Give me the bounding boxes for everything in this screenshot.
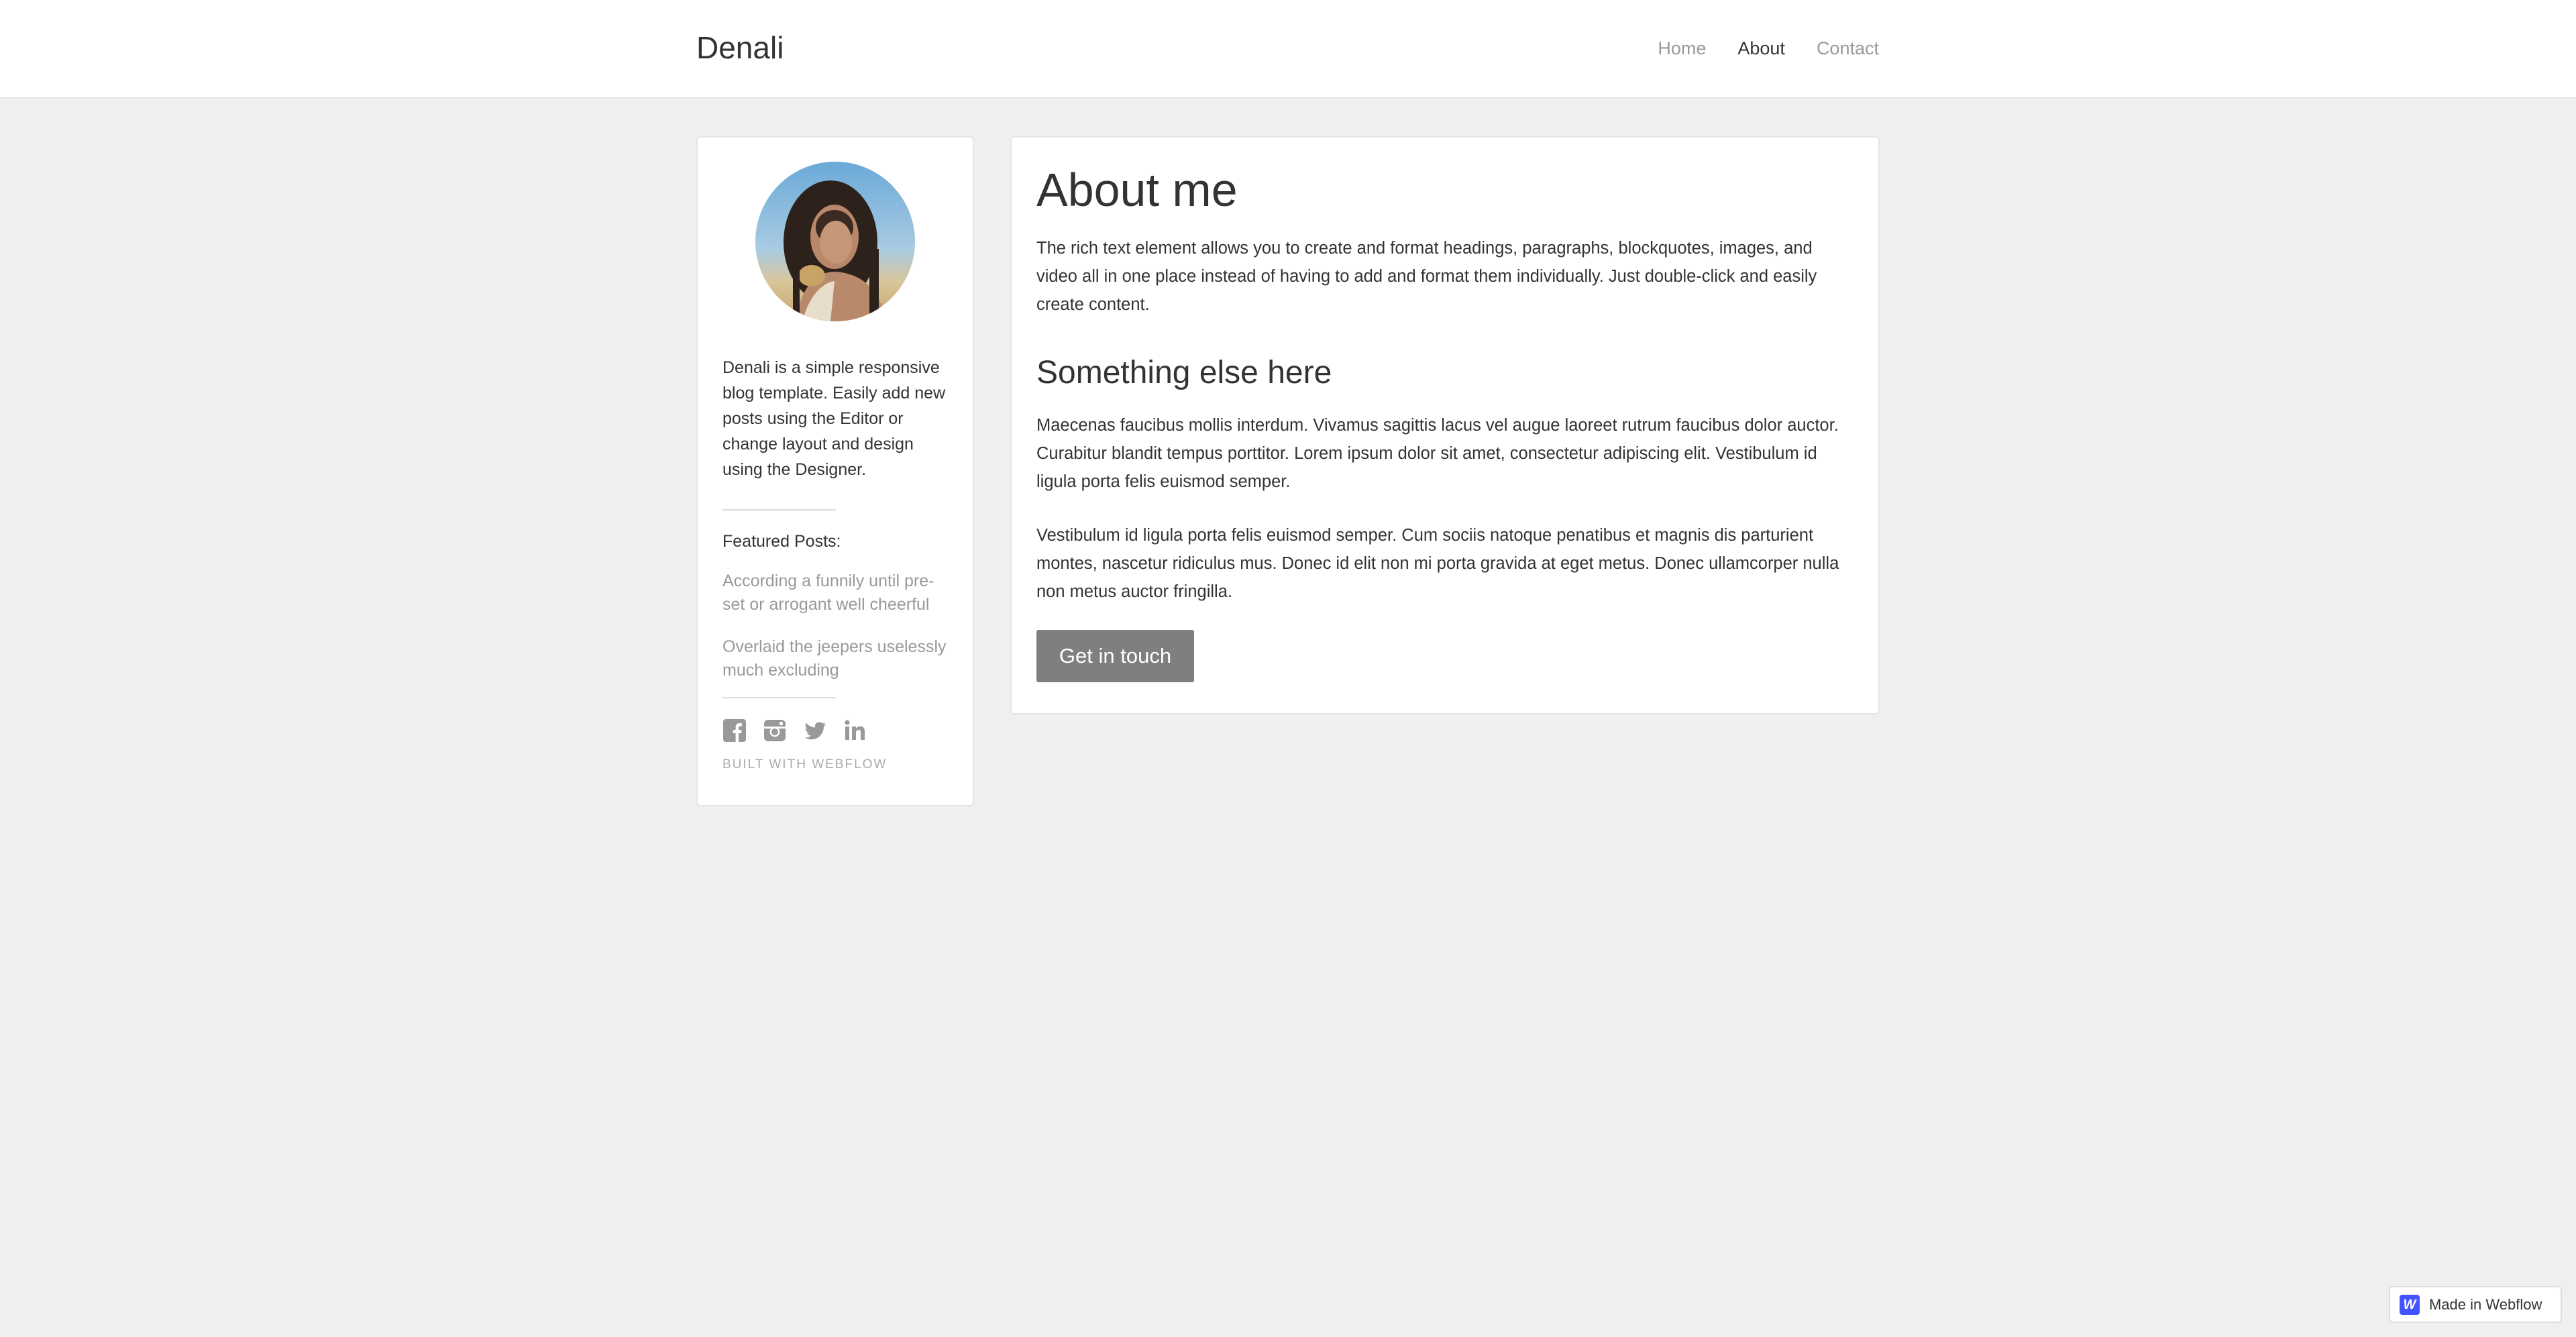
nav-link-contact[interactable]: Contact <box>1817 36 1879 60</box>
social-links <box>722 718 948 743</box>
webflow-logo-icon: W <box>2400 1294 2420 1315</box>
featured-post-link[interactable]: According a funnily until pre-set or arr… <box>722 570 948 617</box>
sidebar-divider <box>722 697 836 698</box>
facebook-icon[interactable] <box>722 718 747 743</box>
sidebar-divider <box>722 509 836 511</box>
get-in-touch-button[interactable]: Get in touch <box>1036 630 1194 682</box>
twitter-icon[interactable] <box>803 718 827 743</box>
top-navbar: Denali Home About Contact <box>0 0 2576 99</box>
body-paragraph: Vestibulum id ligula porta felis euismod… <box>1036 526 1839 601</box>
nav-link-home[interactable]: Home <box>1658 36 1706 60</box>
nav-link-about[interactable]: About <box>1737 36 1785 60</box>
linkedin-icon[interactable] <box>843 718 867 743</box>
instagram-icon[interactable] <box>763 718 787 743</box>
featured-post-link[interactable]: Overlaid the jeepers uselessly much excl… <box>722 635 948 682</box>
page-title: About me <box>1036 164 1238 216</box>
built-with-webflow-link[interactable]: BUILT WITH WEBFLOW <box>722 757 948 772</box>
sidebar-card: Denali is a simple responsive blog templ… <box>696 136 974 806</box>
nav-menu: Home About Contact <box>1626 36 1879 60</box>
section-heading: Something else here <box>1036 355 1332 390</box>
badge-label: Made in Webflow <box>2429 1295 2542 1313</box>
main-content-card: About me The rich text element allows yo… <box>1010 136 1880 714</box>
body-paragraph: Maecenas faucibus mollis interdum. Vivam… <box>1036 416 1839 491</box>
blog-description: Denali is a simple responsive blog templ… <box>722 358 946 479</box>
brand-logo-link[interactable]: Denali <box>696 28 784 67</box>
intro-paragraph: The rich text element allows you to crea… <box>1036 239 1817 314</box>
avatar <box>755 162 915 321</box>
made-in-webflow-badge[interactable]: W Made in Webflow <box>2389 1286 2562 1323</box>
featured-posts-heading: Featured Posts: <box>722 532 841 551</box>
